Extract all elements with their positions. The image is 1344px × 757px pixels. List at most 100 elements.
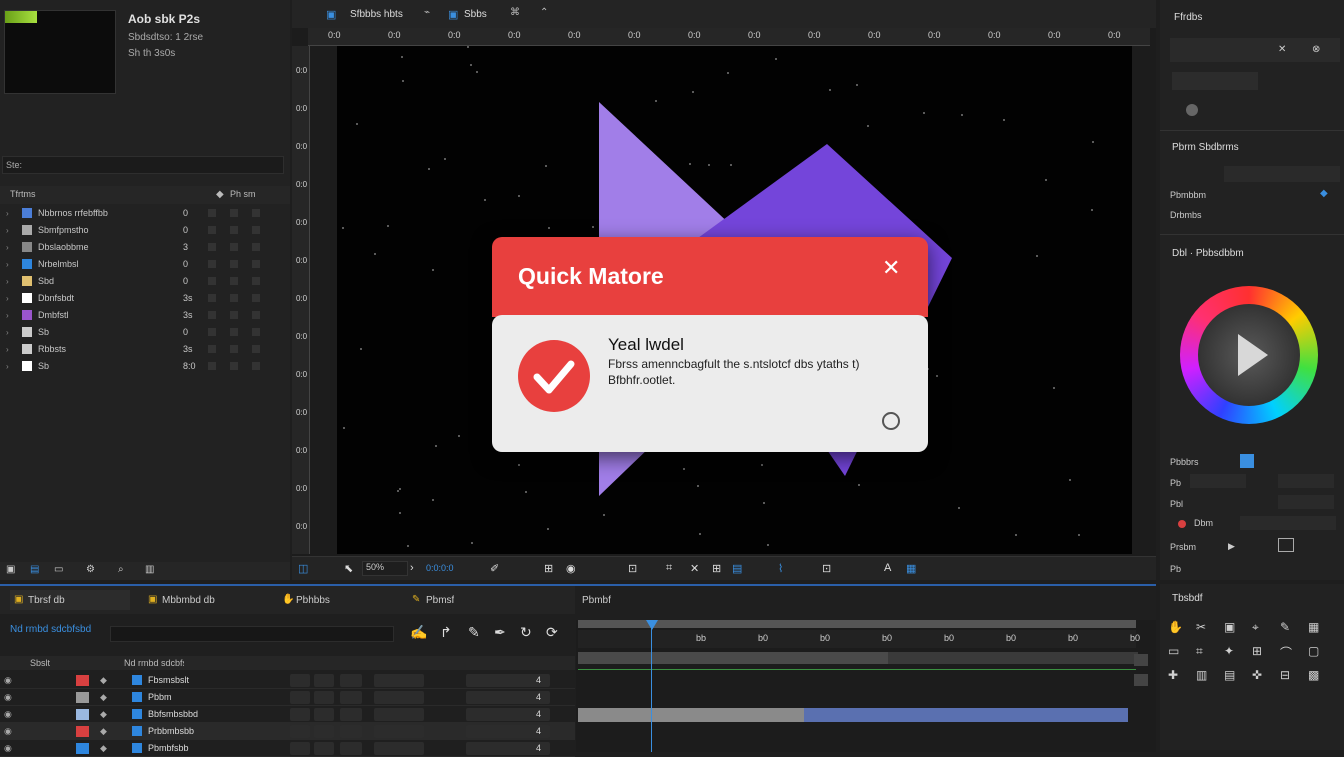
layer-solo-icon[interactable]: ◆ bbox=[100, 709, 107, 720]
exposure-icon[interactable]: ⌇ bbox=[778, 562, 783, 575]
new-folder-icon[interactable]: ▣ bbox=[6, 564, 15, 575]
chevron-right-icon[interactable]: › bbox=[410, 562, 414, 574]
item-label-icon[interactable] bbox=[252, 345, 260, 353]
text-tool-icon[interactable]: A bbox=[884, 562, 891, 574]
item-lock-icon[interactable] bbox=[230, 209, 238, 217]
time-navigator[interactable] bbox=[578, 652, 888, 664]
layer-eye-icon[interactable]: ◉ bbox=[4, 692, 12, 703]
zoom-search-icon[interactable] bbox=[882, 412, 900, 430]
interpret-icon[interactable]: ▭ bbox=[54, 564, 63, 575]
minus-tool-icon[interactable]: ⊟ bbox=[1280, 668, 1290, 682]
item-label-icon[interactable] bbox=[252, 226, 260, 234]
layer-solo-icon[interactable]: ◆ bbox=[100, 675, 107, 686]
motion-blur-icon[interactable]: ↱ bbox=[440, 624, 452, 641]
color-channel-icon[interactable]: ▤ bbox=[732, 562, 742, 575]
item-eye-icon[interactable] bbox=[208, 311, 216, 319]
tab-link-icon[interactable]: ⌘ bbox=[510, 7, 520, 18]
new-item-icon[interactable]: ▤ bbox=[30, 564, 39, 575]
link-small-icon[interactable]: ⊗ bbox=[1312, 44, 1320, 55]
project-item[interactable]: › Sbd 0 bbox=[0, 273, 290, 290]
project-search-input[interactable]: Ste: bbox=[2, 156, 284, 174]
grid-tool-icon[interactable]: ▦ bbox=[1308, 620, 1319, 634]
stack-tool-icon[interactable]: ▥ bbox=[1196, 668, 1207, 682]
layer-color-label[interactable] bbox=[76, 675, 89, 686]
timeline-tab[interactable]: ✎ Pbmsf bbox=[408, 590, 528, 610]
layer-switch-1[interactable] bbox=[290, 725, 310, 738]
project-item[interactable]: › Sb 8:0 bbox=[0, 358, 290, 375]
layer-switch-1[interactable] bbox=[290, 674, 310, 687]
tag-icon[interactable]: ◆ bbox=[216, 189, 224, 200]
effects-slider[interactable] bbox=[1172, 72, 1258, 90]
crop-icon[interactable]: ⌗ bbox=[666, 562, 672, 575]
item-expand-icon[interactable]: › bbox=[6, 345, 9, 354]
item-label-icon[interactable] bbox=[252, 328, 260, 336]
prop-icon-a[interactable] bbox=[1240, 454, 1254, 468]
timecode-display[interactable]: 0:0:0:0 bbox=[426, 563, 454, 573]
layer-color-label[interactable] bbox=[76, 709, 89, 720]
pen-icon[interactable]: ✒ bbox=[494, 624, 506, 641]
plus-grid-tool-icon[interactable]: ⊞ bbox=[1252, 644, 1262, 658]
timeline-layer-row[interactable]: ◉ ◆ Prbbmbsbb 4 bbox=[0, 723, 575, 740]
item-label-icon[interactable] bbox=[252, 294, 260, 302]
layer-switch-2[interactable] bbox=[314, 742, 334, 755]
item-expand-icon[interactable]: › bbox=[6, 311, 9, 320]
prop-field-d[interactable] bbox=[1240, 516, 1336, 530]
close-small-icon[interactable]: ✕ bbox=[1278, 44, 1286, 55]
layer-switch-3[interactable] bbox=[340, 691, 362, 704]
item-label-icon[interactable] bbox=[252, 311, 260, 319]
layer-switch-1[interactable] bbox=[290, 742, 310, 755]
item-lock-icon[interactable] bbox=[230, 328, 238, 336]
move-tool-icon[interactable]: ✚ bbox=[1168, 668, 1178, 682]
item-eye-icon[interactable] bbox=[208, 277, 216, 285]
item-expand-icon[interactable]: › bbox=[6, 260, 9, 269]
project-item[interactable]: › Nrbelmbsl 0 bbox=[0, 256, 290, 273]
item-label-icon[interactable] bbox=[252, 243, 260, 251]
rect-tool-icon[interactable]: ▣ bbox=[1224, 620, 1235, 634]
cycle-icon[interactable]: ⟳ bbox=[546, 624, 558, 641]
channel-icon[interactable]: ⊞ bbox=[712, 562, 721, 575]
layer-solo-icon[interactable]: ◆ bbox=[100, 743, 107, 754]
search-icon[interactable]: ⌕ bbox=[118, 564, 124, 575]
project-item[interactable]: › Nbbrnos rrfebffbb 0 bbox=[0, 205, 290, 222]
layer-color-label[interactable] bbox=[76, 692, 89, 703]
hand-tool-icon[interactable]: ✋ bbox=[1168, 620, 1183, 634]
item-label-icon[interactable] bbox=[252, 277, 260, 285]
item-label-icon[interactable] bbox=[252, 209, 260, 217]
timeline-layer-row[interactable]: ◉ ◆ Pbbm 4 bbox=[0, 689, 575, 706]
curve-tool-icon[interactable]: ⌒ bbox=[1280, 644, 1292, 661]
layer-switch-1[interactable] bbox=[290, 708, 310, 721]
pen-tool-icon[interactable]: ✎ bbox=[1280, 620, 1290, 634]
layer-switch-2[interactable] bbox=[314, 708, 334, 721]
camera-icon[interactable]: ◉ bbox=[566, 562, 576, 575]
item-eye-icon[interactable] bbox=[208, 362, 216, 370]
layer-switch-4[interactable] bbox=[374, 725, 424, 738]
project-item[interactable]: › Rbbsts 3s bbox=[0, 341, 290, 358]
item-expand-icon[interactable]: › bbox=[6, 226, 9, 235]
item-lock-icon[interactable] bbox=[230, 260, 238, 268]
layer-switch-4[interactable] bbox=[374, 708, 424, 721]
layer-switch-3[interactable] bbox=[340, 674, 362, 687]
pan-icon[interactable]: ✐ bbox=[490, 562, 499, 575]
brush-icon[interactable]: ✎ bbox=[468, 624, 480, 641]
grid-icon[interactable]: ⊞ bbox=[544, 562, 553, 575]
item-expand-icon[interactable]: › bbox=[6, 294, 9, 303]
timeline-tab[interactable]: ▣ Tbrsf db bbox=[10, 590, 130, 610]
timeline-layer-row[interactable]: ◉ ◆ Fbsmsbslt 4 bbox=[0, 672, 575, 689]
item-expand-icon[interactable]: › bbox=[6, 277, 9, 286]
wand-icon[interactable]: ✕ bbox=[690, 562, 699, 575]
region-icon[interactable]: ⊡ bbox=[628, 562, 637, 575]
timeline-layer-row[interactable]: ◉ ◆ Bbfsmbsbbd 4 bbox=[0, 706, 575, 723]
item-lock-icon[interactable] bbox=[230, 277, 238, 285]
item-expand-icon[interactable]: › bbox=[6, 243, 9, 252]
viewer-tab-layer[interactable]: Sbbs bbox=[464, 9, 487, 20]
frame-icon[interactable] bbox=[1278, 538, 1294, 552]
layer-color-label[interactable] bbox=[76, 726, 89, 737]
diamond-icon[interactable]: ◆ bbox=[1320, 188, 1328, 199]
layer-color-label[interactable] bbox=[76, 743, 89, 754]
playhead-marker-icon[interactable] bbox=[646, 620, 658, 630]
layer-eye-icon[interactable]: ◉ bbox=[4, 675, 12, 686]
layer-switch-4[interactable] bbox=[374, 742, 424, 755]
item-lock-icon[interactable] bbox=[230, 294, 238, 302]
layer-solo-icon[interactable]: ◆ bbox=[100, 726, 107, 737]
close-icon[interactable]: ✕ bbox=[882, 255, 900, 281]
